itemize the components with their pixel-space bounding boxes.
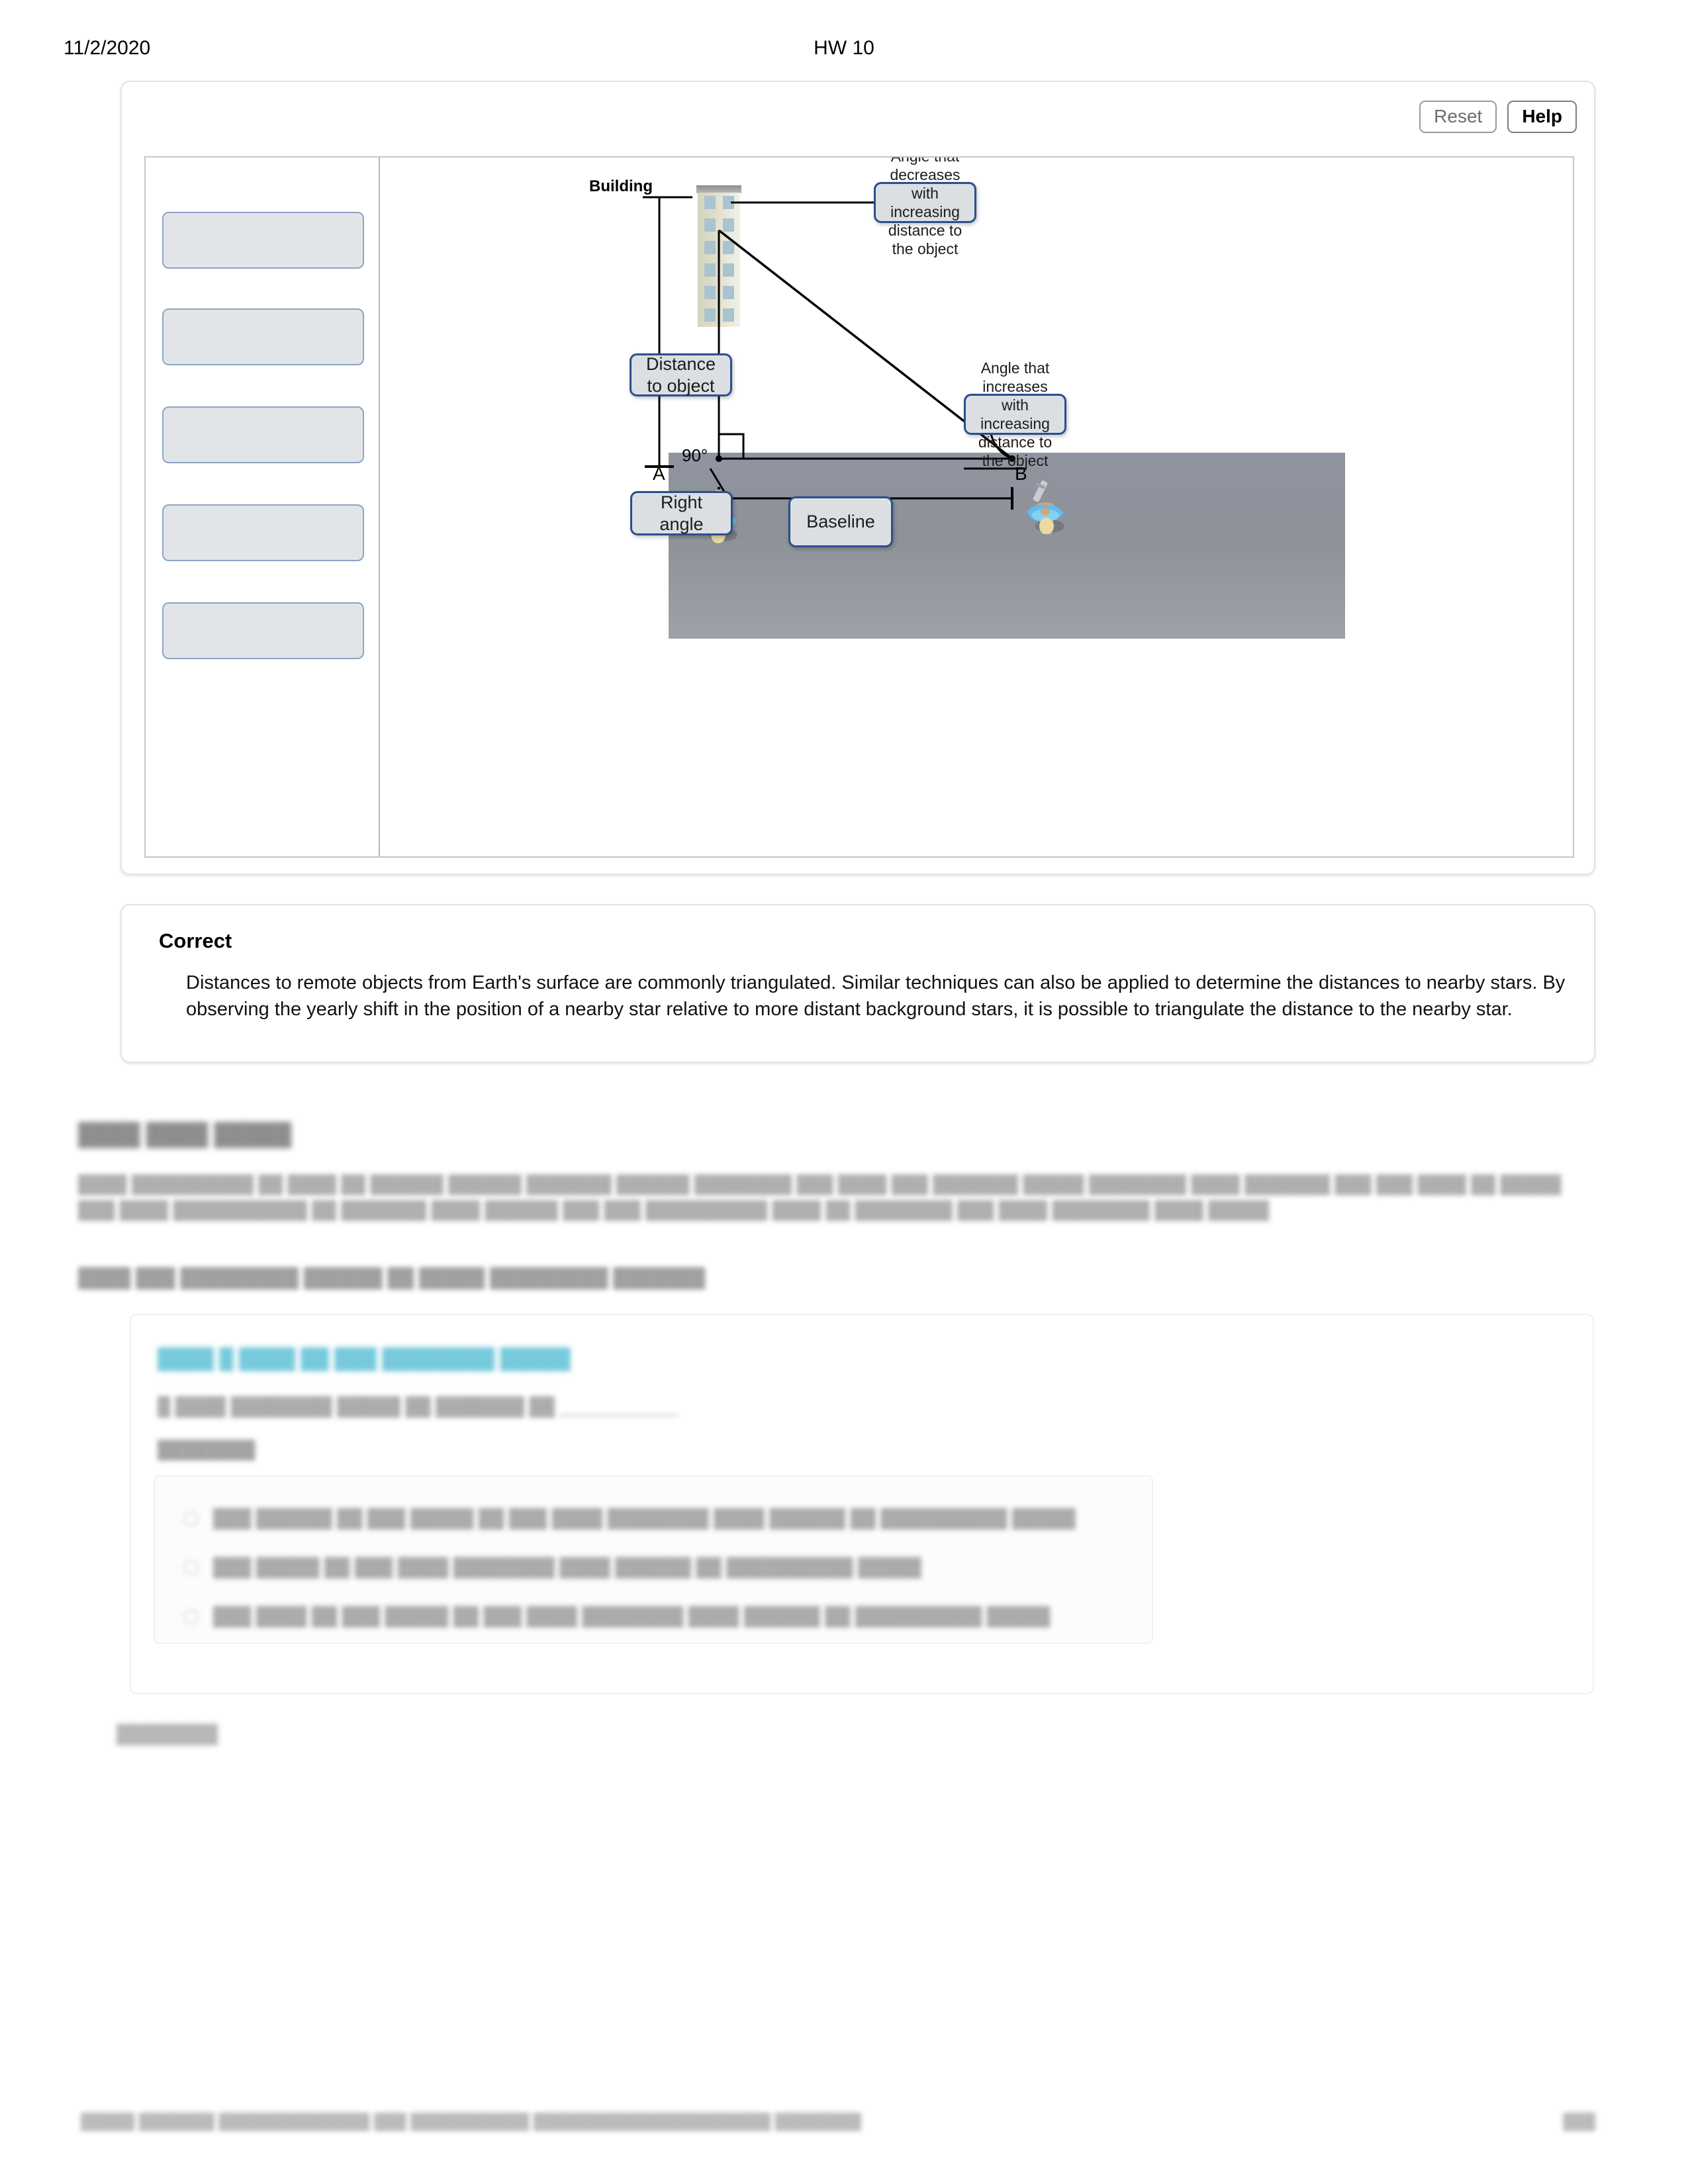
next-section-paragraph: ████ ██████████ ██ ████ ██ ██████ ██████…	[78, 1174, 1562, 1220]
building-label: Building	[589, 177, 653, 195]
page-header: 11/2/2020 HW 10	[0, 37, 1688, 70]
chip-angle-increases[interactable]: Angle that increases with increasing dis…	[964, 359, 1066, 469]
bank-slot-3[interactable]	[162, 406, 364, 463]
footer-page-number: ███	[1563, 2113, 1595, 2130]
bank-slot-2[interactable]	[162, 308, 364, 365]
radio-button-icon[interactable]	[184, 1609, 199, 1624]
submit-button[interactable]: ████████	[117, 1724, 218, 1745]
diagram-linework	[643, 196, 1027, 510]
question-heading: ████ █ ████ ██ ███ ████████ █████	[158, 1348, 571, 1370]
vertex-a-dot	[716, 455, 722, 462]
next-section-instruction: ████ ███ █████████ ██████ ██ █████ █████…	[78, 1267, 706, 1288]
point-a-label: A	[653, 463, 665, 484]
answer-option-label: ███ ██████ ██ ███ █████ ██ ███ ████ ████…	[213, 1508, 1076, 1528]
surveyor-figure-b	[1027, 480, 1064, 534]
chip-baseline[interactable]: Baseline	[788, 496, 893, 547]
feedback-card: Correct Distances to remote objects from…	[120, 904, 1595, 1063]
answer-options-box: ███ ██████ ██ ███ █████ ██ ███ ████ ████…	[154, 1475, 1153, 1644]
answer-label: ████████	[158, 1439, 256, 1459]
question-card: ████ █ ████ ██ ███ ████████ █████ █ ████…	[130, 1314, 1594, 1694]
chip-right-angle[interactable]: Right angle	[630, 491, 733, 535]
drag-drop-stage: Building 90° A B Distance to object Righ…	[144, 156, 1574, 858]
triangulation-diagram: Building 90° A B Distance to object Righ…	[381, 158, 1574, 859]
help-button[interactable]: Help	[1507, 101, 1577, 133]
answer-option-label: ███ █████ ██ ███ ████ ████████ ████ ████…	[213, 1557, 921, 1577]
activity-toolbar: Reset Help	[1419, 101, 1577, 133]
chip-distance-to-object[interactable]: Distance to object	[630, 353, 732, 396]
next-section-heading: ████ ████ █████	[78, 1122, 292, 1146]
bank-slot-5[interactable]	[162, 602, 364, 659]
question-stem: █ ████ ████████ █████ ██ ███████ ██ ____…	[158, 1396, 679, 1416]
radio-button-icon[interactable]	[184, 1560, 199, 1575]
label-bank-panel	[146, 158, 380, 856]
feedback-explanation: Distances to remote objects from Earth's…	[186, 972, 1566, 1021]
bank-slot-4[interactable]	[162, 504, 364, 561]
footer-url: █████ ███████ ██████████████ ███ ███████…	[81, 2113, 862, 2130]
chip-angle-decreases[interactable]: Angle that decreases with increasing dis…	[874, 158, 976, 257]
reset-button[interactable]: Reset	[1419, 101, 1497, 133]
answer-option-1[interactable]: ███ ██████ ██ ███ █████ ██ ███ ████ ████…	[184, 1508, 1076, 1529]
feedback-status: Correct	[159, 929, 232, 952]
right-angle-marker	[719, 433, 745, 459]
answer-option-2[interactable]: ███ █████ ██ ███ ████ ████████ ████ ████…	[184, 1557, 921, 1578]
activity-card: Reset Help Building 90° A B Distance to …	[120, 81, 1595, 875]
radio-button-icon[interactable]	[184, 1511, 199, 1526]
page-title: HW 10	[814, 37, 874, 59]
answer-option-3[interactable]: ███ ████ ██ ███ █████ ██ ███ ████ ██████…	[184, 1606, 1050, 1627]
bank-slot-1[interactable]	[162, 212, 364, 269]
answer-option-label: ███ ████ ██ ███ █████ ██ ███ ████ ██████…	[213, 1606, 1051, 1626]
right-angle-value-label: 90°	[682, 445, 708, 465]
